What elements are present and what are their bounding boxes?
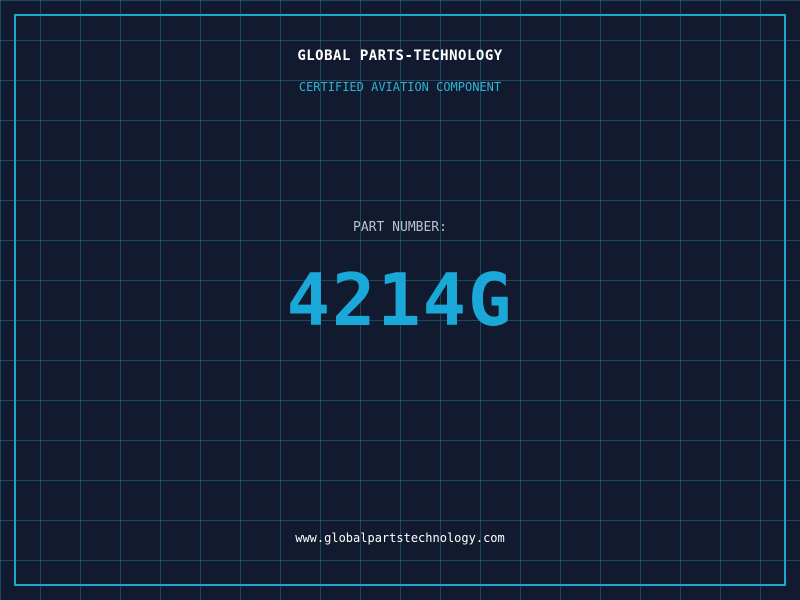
part-number-label: PART NUMBER: (353, 220, 447, 235)
website-url: www.globalpartstechnology.com (295, 531, 505, 545)
certification-subtitle: CERTIFIED AVIATION COMPONENT (298, 80, 502, 94)
part-number-value: 4214G (286, 258, 514, 342)
company-name: GLOBAL PARTS-TECHNOLOGY (297, 48, 503, 64)
